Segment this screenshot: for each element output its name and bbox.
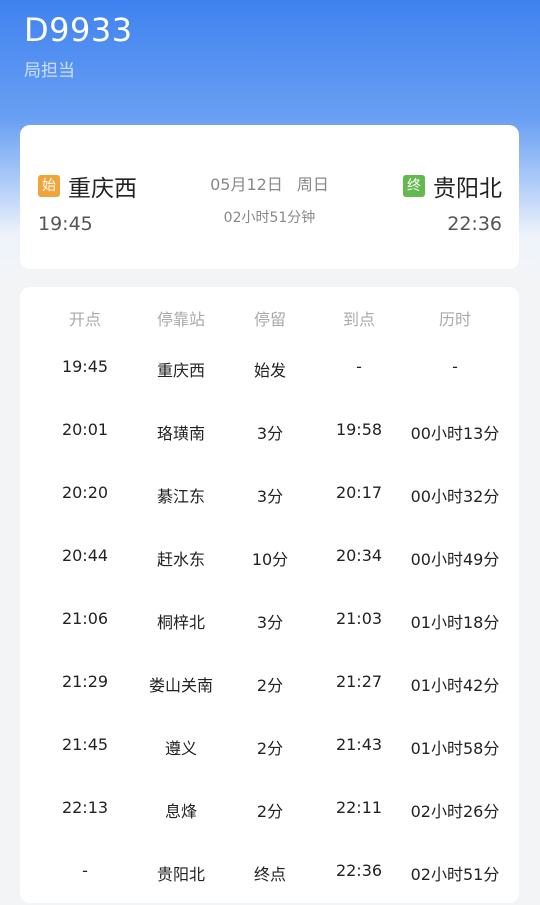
elapsed-time: 01小时18分 xyxy=(410,613,500,632)
elapsed-time: 01小时42分 xyxy=(410,676,500,695)
stop-row[interactable]: 21:45 遵义 2分 21:43 01小时58分 xyxy=(20,735,519,765)
elapsed-time: 02小时26分 xyxy=(410,802,500,821)
elapsed-time: 02小时51分 xyxy=(410,865,500,884)
bureau-label: 局担当 xyxy=(24,61,75,81)
trip-summary-card: 始 重庆西 19:45 05月12日 周日 02小时51分钟 终 贵阳北 22:3… xyxy=(20,125,519,269)
header: D9933 局担当 xyxy=(24,10,133,81)
trip-date: 05月12日 xyxy=(210,175,283,194)
trip-weekday: 周日 xyxy=(296,175,329,194)
stop-row[interactable]: 19:45 重庆西 始发 - - xyxy=(20,357,519,387)
stop-row[interactable]: 20:01 珞璜南 3分 19:58 00小时13分 xyxy=(20,420,519,450)
train-number: D9933 xyxy=(24,11,133,49)
elapsed-time: 00小时32分 xyxy=(410,487,500,506)
elapsed-time: 00小时49分 xyxy=(410,550,500,569)
stop-row[interactable]: 22:13 息烽 2分 22:11 02小时26分 xyxy=(20,798,519,828)
arrival-station-name: 贵阳北 xyxy=(433,176,502,202)
arrival-time: 22:36 xyxy=(447,213,502,235)
header-elapsed: 历时 xyxy=(438,310,471,329)
stop-row[interactable]: 21:29 娄山关南 2分 21:27 01小时42分 xyxy=(20,672,519,702)
stop-table-header: 开点 停靠站 停留 到点 历时 xyxy=(20,306,519,336)
stop-row[interactable]: 21:06 桐梓北 3分 21:03 01小时18分 xyxy=(20,609,519,639)
elapsed-time: 01小时58分 xyxy=(410,739,500,758)
elapsed-time: - xyxy=(452,357,458,376)
stop-row[interactable]: 20:44 赶水东 10分 20:34 00小时49分 xyxy=(20,546,519,576)
elapsed-time: 00小时13分 xyxy=(410,424,500,443)
stop-list-card: 开点 停靠站 停留 到点 历时 19:45 重庆西 始发 - - 20:01 珞璜南 3分 19… xyxy=(20,287,519,903)
stop-row[interactable]: 20:20 綦江东 3分 20:17 00小时32分 xyxy=(20,483,519,513)
stop-row[interactable]: - 贵阳北 终点 22:36 02小时51分 xyxy=(20,861,519,891)
arrival-station: 终 贵阳北 22:36 xyxy=(403,169,502,235)
end-badge: 终 xyxy=(403,175,425,197)
